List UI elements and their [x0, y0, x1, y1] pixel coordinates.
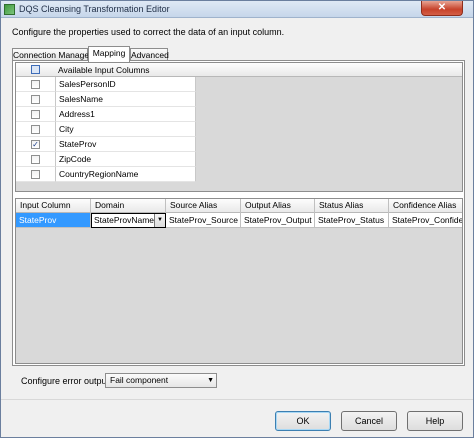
- column-name: ZipCode: [56, 152, 196, 167]
- column-checkbox[interactable]: ✓: [31, 140, 40, 149]
- available-column-row[interactable]: ✓ StateProv: [16, 137, 462, 152]
- checkbox-cell: ✓: [16, 137, 56, 152]
- domain-dropdown-value: StateProvNames: [94, 215, 159, 225]
- chevron-down-icon[interactable]: ▼: [154, 214, 165, 227]
- select-all-checkbox[interactable]: [31, 65, 40, 74]
- dqs-app-icon: [4, 4, 15, 15]
- column-mapping-grid: Input Column Domain Source Alias Output …: [15, 198, 463, 364]
- header-output-alias: Output Alias: [241, 199, 315, 213]
- column-name: CountryRegionName: [56, 167, 196, 182]
- checkbox-cell: [16, 77, 56, 92]
- header-input-column: Input Column: [16, 199, 91, 213]
- error-output-dropdown[interactable]: Fail component ▼: [105, 373, 217, 388]
- checkbox-cell: [16, 107, 56, 122]
- mapping-output-alias-cell[interactable]: StateProv_Output: [241, 213, 315, 228]
- chevron-down-icon: ▼: [207, 377, 214, 384]
- header-domain: Domain: [91, 199, 166, 213]
- mapping-input-column-cell[interactable]: StateProv: [16, 213, 91, 228]
- column-checkbox[interactable]: [31, 155, 40, 164]
- available-columns-header-label: Available Input Columns: [58, 65, 150, 75]
- error-output-value: Fail component: [110, 375, 169, 385]
- dialog-description: Configure the properties used to correct…: [12, 27, 285, 37]
- column-checkbox[interactable]: [31, 125, 40, 134]
- available-column-row[interactable]: Address1: [16, 107, 462, 122]
- mapping-header: Input Column Domain Source Alias Output …: [16, 199, 462, 213]
- checkbox-cell: [16, 92, 56, 107]
- column-name: SalesName: [56, 92, 196, 107]
- mapping-confidence-alias-cell[interactable]: StateProv_Confidence: [389, 213, 462, 228]
- header-confidence-alias: Confidence Alias: [393, 200, 457, 210]
- available-column-row[interactable]: City: [16, 122, 462, 137]
- column-checkbox[interactable]: [31, 80, 40, 89]
- dialog-window: DQS Cleansing Transformation Editor ✕ Co…: [0, 0, 474, 438]
- title-bar[interactable]: DQS Cleansing Transformation Editor ✕: [1, 1, 473, 18]
- header-status-alias: Status Alias: [315, 199, 389, 213]
- checkbox-cell: [16, 167, 56, 182]
- footer-divider: [1, 399, 473, 400]
- available-column-row[interactable]: CountryRegionName: [16, 167, 462, 182]
- cancel-button[interactable]: Cancel: [341, 411, 397, 431]
- available-input-columns-grid: Available Input Columns SalesPersonID Sal…: [15, 62, 463, 192]
- mapping-status-alias-cell[interactable]: StateProv_Status: [315, 213, 389, 228]
- column-name: StateProv: [56, 137, 196, 152]
- close-button[interactable]: ✕: [421, 1, 463, 16]
- ok-button[interactable]: OK: [275, 411, 331, 431]
- available-column-row[interactable]: ZipCode: [16, 152, 462, 167]
- column-checkbox[interactable]: [31, 170, 40, 179]
- mapping-row[interactable]: StateProv StateProvNames ▼ StateProv_Sou…: [16, 213, 462, 228]
- tab-mapping[interactable]: Mapping: [88, 46, 130, 62]
- checkbox-cell: [16, 122, 56, 137]
- column-checkbox[interactable]: [31, 110, 40, 119]
- column-name: Address1: [56, 107, 196, 122]
- available-column-row[interactable]: SalesPersonID: [16, 77, 462, 92]
- domain-dropdown[interactable]: StateProvNames ▼: [91, 213, 166, 228]
- mapping-source-alias-cell[interactable]: StateProv_Source: [166, 213, 241, 228]
- help-button[interactable]: Help: [407, 411, 463, 431]
- column-checkbox[interactable]: [31, 95, 40, 104]
- error-output-label: Configure error output:: [21, 376, 112, 386]
- checkbox-cell: [16, 152, 56, 167]
- available-column-row[interactable]: SalesName: [16, 92, 462, 107]
- available-columns-header: Available Input Columns: [16, 63, 462, 77]
- column-name: City: [56, 122, 196, 137]
- window-title: DQS Cleansing Transformation Editor: [19, 4, 170, 14]
- column-name: SalesPersonID: [56, 77, 196, 92]
- header-source-alias: Source Alias: [166, 199, 241, 213]
